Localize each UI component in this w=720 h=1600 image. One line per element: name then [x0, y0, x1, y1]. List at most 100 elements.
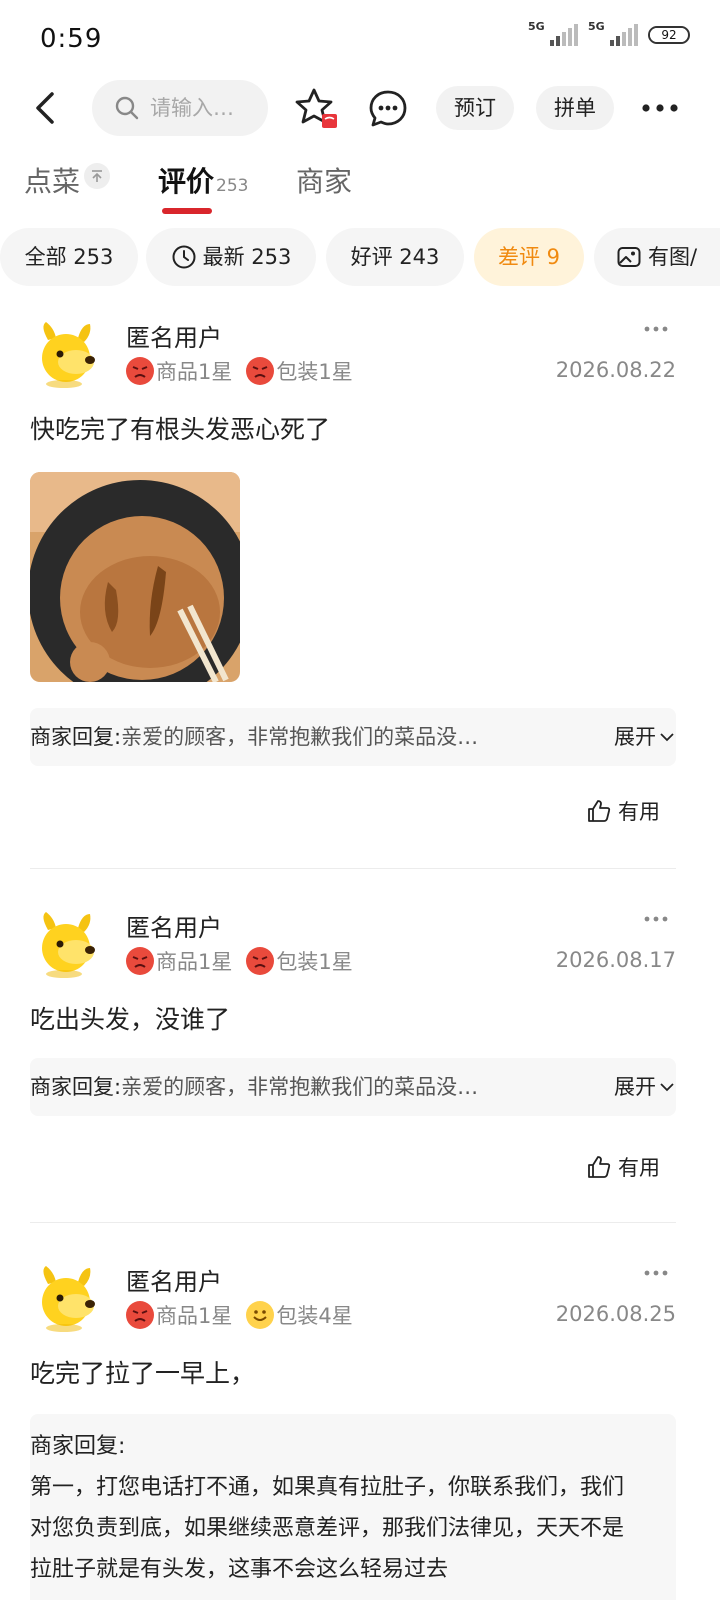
merchant-reply[interactable]: 商家回复: 亲爱的顾客，非常抱歉我们的菜品没… 展开 — [30, 708, 676, 766]
filter-with-photo-label: 有图/ — [648, 245, 698, 269]
angry-face-icon — [246, 947, 275, 975]
nav-bar: 预订 拼单 — [0, 78, 720, 140]
ratings: 商品1星 包装1星 — [126, 946, 353, 976]
more-dots-icon[interactable] — [644, 914, 668, 924]
expand-button[interactable]: 展开 — [614, 1058, 676, 1116]
thumbs-up-icon — [588, 1156, 611, 1178]
tab-merchant-label: 商家 — [296, 165, 353, 198]
ratings: 商品1星 包装4星 — [126, 1300, 353, 1330]
signal-icon: 5G — [588, 20, 638, 46]
review-text: 吃出头发，没谁了 — [30, 1005, 231, 1034]
review-date: 2026.08.25 — [555, 1302, 676, 1326]
review-text: 快吃完了有根头发恶心死了 — [30, 415, 331, 444]
expand-label: 展开 — [614, 1075, 656, 1099]
battery-icon: 92 — [648, 26, 690, 44]
group-order-button[interactable]: 拼单 — [536, 86, 614, 130]
chat-bubble-icon — [369, 90, 407, 127]
useful-button[interactable]: 有用 — [586, 1152, 660, 1182]
review-date: 2026.08.17 — [555, 948, 676, 972]
reply-line: 第一，打您电话打不通，如果真有拉肚子，你联系我们，我们 — [30, 1475, 625, 1500]
rating-package-text: 包装1星 — [276, 950, 353, 974]
star-icon — [295, 88, 337, 128]
review-item: 匿名用户 商品1星 包装4星 2026.08.25 吃完了拉了一早上， 商家回复… — [30, 1262, 676, 1600]
book-button[interactable]: 预订 — [436, 86, 514, 130]
smile-face-icon — [246, 1301, 275, 1329]
angry-face-icon — [126, 357, 154, 385]
favorite-button[interactable] — [294, 86, 340, 132]
expand-button[interactable]: 展开 — [614, 708, 676, 766]
review-photo[interactable] — [30, 472, 240, 682]
reply-label: 商家回复: — [30, 1075, 122, 1099]
avatar[interactable] — [30, 908, 100, 978]
clock-icon — [172, 245, 196, 269]
merchant-reply[interactable]: 商家回复: 亲爱的顾客，非常抱歉我们的菜品没… 展开 — [30, 1058, 676, 1116]
merchant-reply: 商家回复: 第一，打您电话打不通，如果真有拉肚子，你联系我们，我们 对您负责到底… — [30, 1414, 676, 1600]
review-date: 2026.08.22 — [555, 358, 676, 382]
more-dots-icon — [642, 104, 678, 112]
signal-label-1: 5G — [528, 20, 545, 33]
useful-label: 有用 — [618, 800, 660, 824]
status-time: 0:59 — [40, 24, 103, 54]
tab-reviews[interactable]: 评价 253 — [158, 160, 249, 214]
chevron-down-icon — [660, 733, 674, 742]
username: 匿名用户 — [126, 1268, 222, 1296]
reply-line: 拉肚子就是有头发，这事不会这么轻易过去 — [30, 1557, 449, 1582]
chevron-down-icon — [660, 1083, 674, 1092]
search-input[interactable] — [150, 96, 260, 120]
expand-label: 展开 — [614, 725, 656, 749]
divider — [30, 868, 676, 869]
angry-face-icon — [126, 1301, 154, 1329]
image-icon — [617, 247, 641, 267]
filter-good[interactable]: 好评 243 — [326, 228, 464, 286]
chevron-left-icon — [36, 92, 54, 124]
pin-top-icon — [84, 163, 111, 189]
active-tab-indicator — [162, 208, 212, 214]
rating-package-text: 包装4星 — [276, 1304, 353, 1328]
rating-package: 包装4星 — [246, 1300, 353, 1330]
tab-reviews-label: 评价 — [158, 165, 215, 198]
filter-latest-label: 最新 253 — [202, 245, 292, 269]
rating-product: 商品1星 — [126, 946, 232, 976]
avatar[interactable] — [30, 318, 100, 388]
filter-chips: 全部 253 最新 253 好评 243 差评 9 有图/ — [0, 228, 720, 288]
battery-level: 92 — [661, 28, 677, 42]
status-bar: 0:59 5G 5G 92 — [0, 0, 720, 70]
more-dots-icon[interactable] — [644, 1268, 668, 1278]
reply-label: 商家回复: — [30, 725, 122, 749]
angry-face-icon — [126, 947, 154, 975]
status-icons: 5G 5G 92 — [528, 20, 690, 46]
rating-package: 包装1星 — [246, 946, 353, 976]
review-item: 匿名用户 商品1星 包装1星 2026.08.22 快吃完了有根头发恶心死了 商… — [30, 318, 676, 858]
rating-product: 商品1星 — [126, 356, 232, 386]
back-button[interactable] — [28, 88, 68, 128]
rating-product-text: 商品1星 — [156, 1304, 233, 1328]
tab-reviews-count: 253 — [216, 176, 249, 196]
more-dots-icon[interactable] — [644, 324, 668, 334]
rating-package-text: 包装1星 — [276, 360, 353, 384]
divider — [30, 1222, 676, 1223]
filter-with-photo[interactable]: 有图/ — [594, 228, 720, 286]
more-button[interactable] — [640, 88, 680, 128]
username: 匿名用户 — [126, 914, 222, 942]
message-button[interactable] — [368, 88, 408, 128]
reply-text: 亲爱的顾客，非常抱歉我们的菜品没… — [121, 725, 479, 749]
rating-package: 包装1星 — [246, 356, 353, 386]
filter-bad[interactable]: 差评 9 — [474, 228, 584, 286]
reply-label: 商家回复: — [30, 1434, 126, 1459]
search-icon — [115, 96, 139, 120]
filter-all[interactable]: 全部 253 — [0, 228, 138, 286]
ratings: 商品1星 包装1星 — [126, 356, 353, 386]
signal-icon: 5G — [528, 20, 578, 46]
tab-merchant[interactable]: 商家 — [296, 160, 352, 200]
avatar[interactable] — [30, 1262, 100, 1332]
rating-product: 商品1星 — [126, 1300, 232, 1330]
search-box[interactable] — [92, 80, 268, 136]
reply-text: 亲爱的顾客，非常抱歉我们的菜品没… — [121, 1075, 479, 1099]
tab-dishes-label: 点菜 — [24, 165, 81, 198]
tab-dishes[interactable]: 点菜 — [24, 160, 111, 200]
username: 匿名用户 — [126, 324, 222, 352]
review-text: 吃完了拉了一早上， — [30, 1359, 256, 1388]
filter-latest[interactable]: 最新 253 — [146, 228, 316, 286]
angry-face-icon — [246, 357, 275, 385]
useful-button[interactable]: 有用 — [586, 796, 660, 826]
